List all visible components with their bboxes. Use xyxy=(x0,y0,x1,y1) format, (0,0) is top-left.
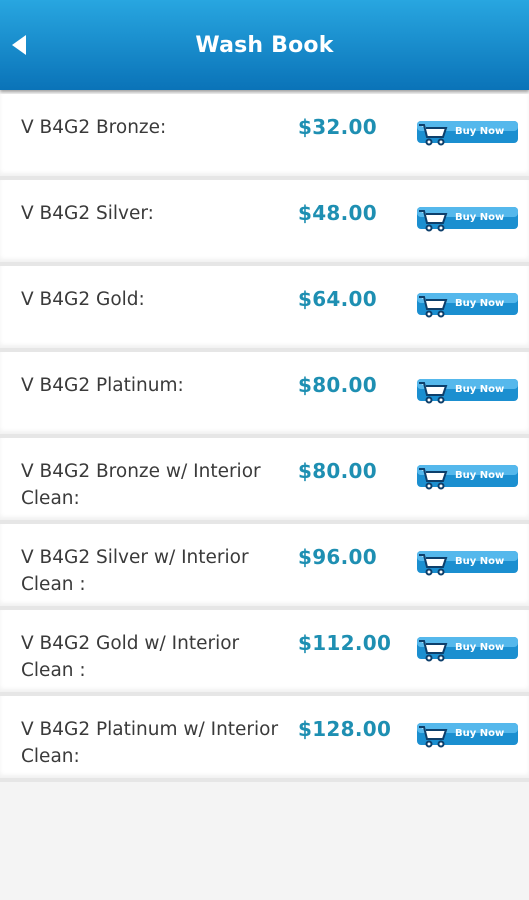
item-name: V B4G2 Platinum w/ Interior Clean: xyxy=(21,719,279,767)
item-name: V B4G2 Bronze: xyxy=(21,117,167,138)
item-price: $128.00 xyxy=(298,717,392,741)
buy-now-label: Buy Now xyxy=(455,298,505,309)
buy-now-button[interactable]: Buy Now xyxy=(417,121,518,147)
buy-now-label: Buy Now xyxy=(455,728,505,739)
list-item: V B4G2 Bronze w/ Interior Clean: $80.00 … xyxy=(0,438,529,524)
buy-now-button[interactable]: Buy Now xyxy=(417,465,518,491)
buy-now-label: Buy Now xyxy=(455,556,505,567)
item-price: $64.00 xyxy=(298,287,377,311)
item-price: $48.00 xyxy=(298,201,377,225)
buy-now-label: Buy Now xyxy=(455,384,505,395)
item-price: $96.00 xyxy=(298,545,377,569)
list-item: V B4G2 Platinum: $80.00 Buy Now xyxy=(0,352,529,438)
buy-now-label: Buy Now xyxy=(455,470,505,481)
buy-now-button[interactable]: Buy Now xyxy=(417,293,518,319)
list-item: V B4G2 Gold w/ Interior Clean : $112.00 … xyxy=(0,610,529,696)
item-name: V B4G2 Gold w/ Interior Clean : xyxy=(21,633,240,681)
list-item: V B4G2 Silver w/ Interior Clean : $96.00… xyxy=(0,524,529,610)
list-item: V B4G2 Platinum w/ Interior Clean: $128.… xyxy=(0,696,529,782)
app-header: Wash Book xyxy=(0,0,529,90)
buy-now-label: Buy Now xyxy=(455,642,505,653)
product-list: V B4G2 Bronze: $32.00 Buy Now V B4G2 Sil… xyxy=(0,94,529,782)
list-item: V B4G2 Gold: $64.00 Buy Now xyxy=(0,266,529,352)
list-item: V B4G2 Silver: $48.00 Buy Now xyxy=(0,180,529,266)
buy-now-label: Buy Now xyxy=(455,212,505,223)
list-item: V B4G2 Bronze: $32.00 Buy Now xyxy=(0,94,529,180)
buy-now-button[interactable]: Buy Now xyxy=(417,551,518,577)
buy-now-button[interactable]: Buy Now xyxy=(417,637,518,663)
buy-now-button[interactable]: Buy Now xyxy=(417,723,518,749)
item-price: $80.00 xyxy=(298,373,377,397)
item-price: $112.00 xyxy=(298,631,392,655)
item-price: $80.00 xyxy=(298,459,377,483)
page-title: Wash Book xyxy=(195,32,334,58)
item-name: V B4G2 Platinum: xyxy=(21,375,184,396)
buy-now-button[interactable]: Buy Now xyxy=(417,379,518,405)
buy-now-label: Buy Now xyxy=(455,126,505,137)
buy-now-button[interactable]: Buy Now xyxy=(417,207,518,233)
item-name: V B4G2 Bronze w/ Interior Clean: xyxy=(21,461,261,509)
item-name: V B4G2 Gold: xyxy=(21,289,145,310)
item-price: $32.00 xyxy=(298,115,377,139)
item-name: V B4G2 Silver: xyxy=(21,203,154,224)
item-name: V B4G2 Silver w/ Interior Clean : xyxy=(21,547,249,595)
back-arrow-icon[interactable] xyxy=(8,32,30,58)
